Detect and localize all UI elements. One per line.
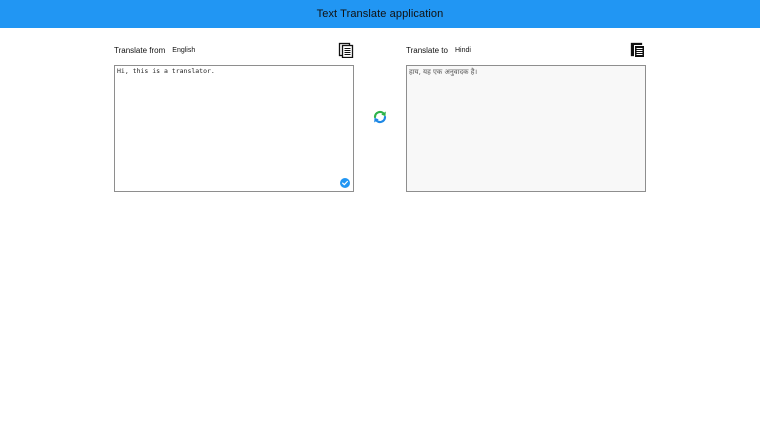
target-panel: Translate to Hindi हाय, यह एक अनुवादक है… bbox=[406, 40, 646, 192]
source-panel: Translate from English Hi, this is a tra… bbox=[114, 40, 354, 192]
source-text: Hi, this is a translator. bbox=[117, 67, 215, 75]
translate-from-label: Translate from bbox=[114, 45, 166, 55]
check-circle-icon[interactable] bbox=[340, 178, 350, 188]
source-panel-header: Translate from English bbox=[114, 40, 354, 60]
target-panel-header: Translate to Hindi bbox=[406, 40, 646, 60]
app-title: Text Translate application bbox=[316, 8, 444, 20]
app-header: Text Translate application bbox=[0, 0, 760, 28]
swap-arrows-icon[interactable] bbox=[372, 109, 388, 125]
source-text-input[interactable]: Hi, this is a translator. bbox=[114, 65, 354, 192]
translate-to-label: Translate to bbox=[406, 45, 448, 55]
target-text-output[interactable]: हाय, यह एक अनुवादक है। bbox=[406, 65, 646, 192]
copy-icon[interactable] bbox=[338, 42, 354, 58]
copy-icon[interactable] bbox=[630, 42, 646, 58]
target-language-select[interactable]: Hindi bbox=[455, 47, 471, 54]
source-language-select[interactable]: English bbox=[172, 47, 195, 54]
target-text: हाय, यह एक अनुवादक है। bbox=[409, 68, 478, 76]
